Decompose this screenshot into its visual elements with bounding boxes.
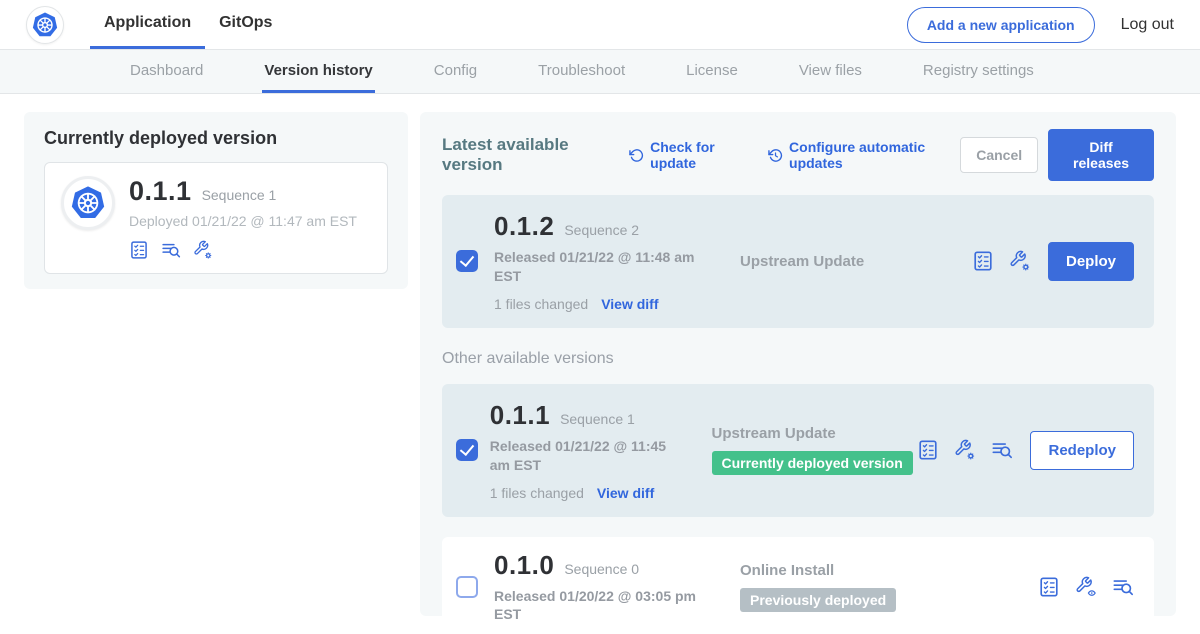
preflight-checklist-icon[interactable] xyxy=(917,439,939,461)
files-changed-label: 1 files changed xyxy=(490,485,584,501)
main-content: Currently deployed version 0.1.1 Sequenc… xyxy=(0,94,1200,616)
logout-button[interactable]: Log out xyxy=(1121,16,1174,34)
version-row-0-1-1: 0.1.1 Sequence 1 Released 01/21/22 @ 11:… xyxy=(442,384,1154,517)
subtab-license[interactable]: License xyxy=(684,50,740,93)
preflight-checklist-icon[interactable] xyxy=(972,250,994,272)
released-timestamp: Released 01/21/22 @ 11:45 am EST xyxy=(490,437,682,475)
previously-deployed-badge: Previously deployed xyxy=(740,588,896,612)
deploy-logs-icon[interactable] xyxy=(161,240,181,260)
sequence-label: Sequence 2 xyxy=(564,222,639,238)
subtab-troubleshoot[interactable]: Troubleshoot xyxy=(536,50,627,93)
sequence-label: Sequence 1 xyxy=(560,411,635,427)
version-source-label: Upstream Update xyxy=(712,425,836,442)
currently-deployed-title: Currently deployed version xyxy=(44,128,388,149)
check-for-update-label: Check for update xyxy=(650,139,751,171)
other-available-versions-label: Other available versions xyxy=(442,350,1154,368)
tab-application[interactable]: Application xyxy=(90,0,205,49)
deployed-version-number: 0.1.1 xyxy=(129,176,192,207)
subtab-config[interactable]: Config xyxy=(432,50,479,93)
app-kubernetes-icon xyxy=(61,176,115,230)
check-for-update-link[interactable]: Check for update xyxy=(629,139,751,171)
tab-gitops[interactable]: GitOps xyxy=(205,0,286,49)
brand-logo xyxy=(26,0,64,49)
deployed-sequence-label: Sequence 1 xyxy=(202,187,277,203)
add-new-application-button[interactable]: Add a new application xyxy=(907,7,1095,43)
view-diff-link[interactable]: View diff xyxy=(597,485,654,501)
deploy-button[interactable]: Deploy xyxy=(1048,242,1134,281)
preflight-checklist-icon[interactable] xyxy=(129,240,149,260)
view-diff-link[interactable]: View diff xyxy=(601,296,658,312)
cancel-button[interactable]: Cancel xyxy=(960,137,1038,173)
version-row-0-1-2: 0.1.2 Sequence 2 Released 01/21/22 @ 11:… xyxy=(442,195,1154,328)
subtab-version-history[interactable]: Version history xyxy=(262,50,374,93)
subtab-registry-settings[interactable]: Registry settings xyxy=(921,50,1036,93)
redeploy-button[interactable]: Redeploy xyxy=(1030,431,1134,470)
app-subnav: Dashboard Version history Config Trouble… xyxy=(0,50,1200,94)
version-source-label: Upstream Update xyxy=(740,253,864,270)
version-checkbox[interactable] xyxy=(456,439,478,461)
deployed-timestamp: Deployed 01/21/22 @ 11:47 am EST xyxy=(129,213,357,229)
files-changed-label: 1 files changed xyxy=(494,296,588,312)
diff-releases-button[interactable]: Diff releases xyxy=(1048,129,1154,181)
latest-available-title: Latest available version xyxy=(442,135,612,175)
version-number: 0.1.1 xyxy=(490,400,550,431)
currently-deployed-card: Currently deployed version 0.1.1 Sequenc… xyxy=(24,112,408,289)
edit-config-icon[interactable] xyxy=(1009,250,1031,272)
currently-deployed-badge: Currently deployed version xyxy=(712,451,913,475)
configure-automatic-updates-label: Configure automatic updates xyxy=(789,139,960,171)
released-timestamp: Released 01/20/22 @ 03:05 pm EST xyxy=(494,587,710,625)
version-number: 0.1.2 xyxy=(494,211,554,242)
sequence-label: Sequence 0 xyxy=(564,561,639,577)
subtab-dashboard[interactable]: Dashboard xyxy=(128,50,205,93)
configure-automatic-updates-link[interactable]: Configure automatic updates xyxy=(768,139,960,171)
clock-refresh-icon xyxy=(768,147,783,164)
released-timestamp: Released 01/21/22 @ 11:48 am EST xyxy=(494,248,710,286)
version-source-label: Online Install xyxy=(740,562,834,579)
preflight-checklist-icon[interactable] xyxy=(1038,576,1060,598)
edit-config-icon[interactable] xyxy=(954,439,976,461)
edit-config-icon[interactable] xyxy=(193,240,213,260)
latest-available-panel: Latest available version Check for updat… xyxy=(420,112,1176,616)
deploy-logs-icon[interactable] xyxy=(991,439,1013,461)
subtab-view-files[interactable]: View files xyxy=(797,50,864,93)
top-navigation: Application GitOps Add a new application… xyxy=(0,0,1200,50)
version-checkbox[interactable] xyxy=(456,250,478,272)
kubernetes-logo-icon xyxy=(26,6,64,44)
deployed-version-card: 0.1.1 Sequence 1 Deployed 01/21/22 @ 11:… xyxy=(44,162,388,274)
version-row-0-1-0: 0.1.0 Sequence 0 Released 01/20/22 @ 03:… xyxy=(442,537,1154,634)
refresh-icon xyxy=(629,147,644,164)
view-config-icon[interactable] xyxy=(1075,576,1097,598)
deploy-logs-icon[interactable] xyxy=(1112,576,1134,598)
version-checkbox[interactable] xyxy=(456,576,478,598)
version-number: 0.1.0 xyxy=(494,550,554,581)
